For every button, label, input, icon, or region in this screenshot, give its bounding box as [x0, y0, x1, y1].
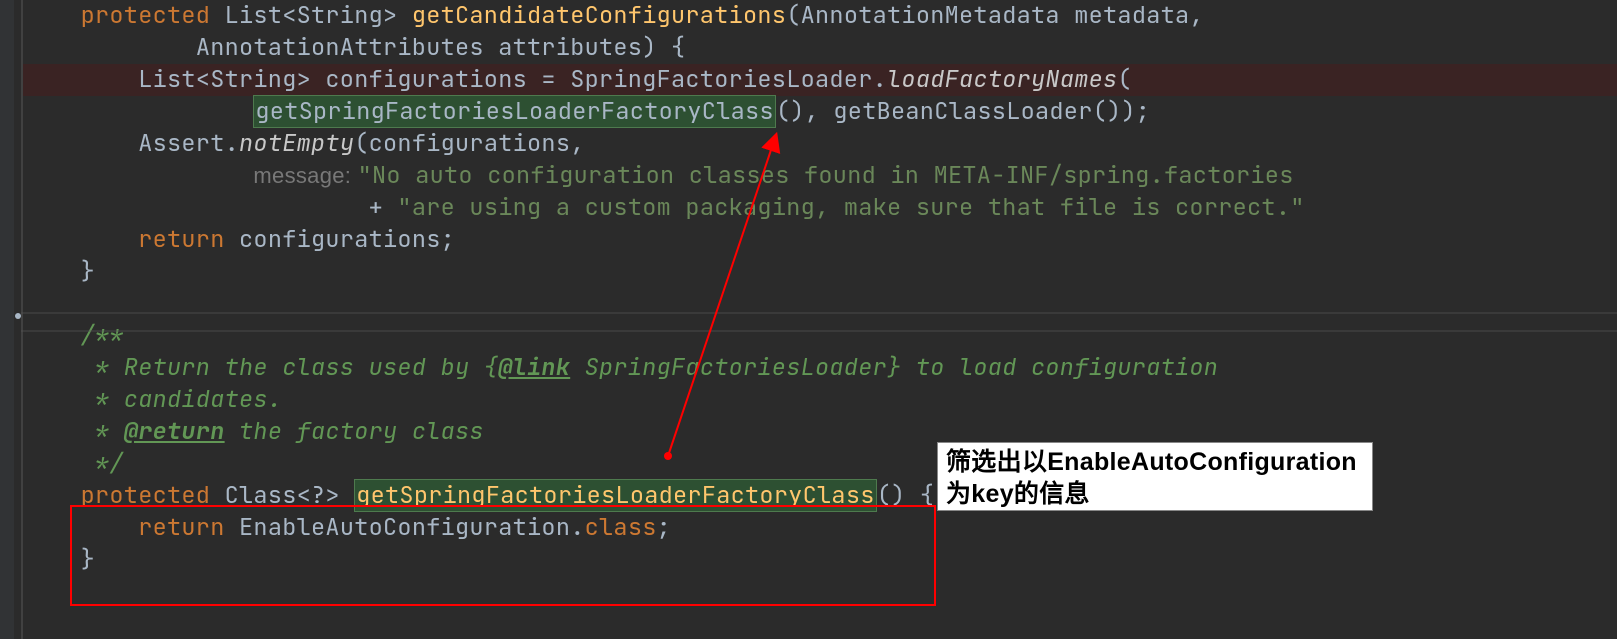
- indent: [23, 544, 81, 575]
- indent: [23, 512, 138, 543]
- inlay-hint: message:: [253, 163, 357, 188]
- code-line[interactable]: * Return the class used by {@link Spring…: [23, 352, 1617, 384]
- keyword: return: [138, 512, 239, 543]
- javadoc-text: SpringFactoriesLoader} to load configura…: [570, 352, 1218, 383]
- keyword: protected: [81, 0, 225, 31]
- code-line[interactable]: * candidates.: [23, 384, 1617, 416]
- indent: [23, 448, 95, 479]
- string-literal: "are using a custom packaging, make sure…: [397, 192, 1304, 223]
- rest: () {: [877, 480, 935, 511]
- method-separator: [21, 330, 1617, 332]
- static-method: loadFactoryNames: [887, 64, 1117, 95]
- indent: [23, 256, 81, 287]
- callout-line2: 为key的信息: [946, 478, 1364, 510]
- indent: [23, 160, 253, 191]
- keyword: protected: [81, 480, 225, 511]
- code-line[interactable]: Assert.notEmpty(configurations,: [23, 128, 1617, 160]
- variable-assignment: configurations = SpringFactoriesLoader.: [325, 64, 887, 95]
- string-literal: "No auto configuration classes found in …: [358, 160, 1294, 191]
- rest: (), getBeanClassLoader());: [776, 96, 1150, 127]
- indent: [23, 480, 81, 511]
- indent: [23, 96, 253, 127]
- indent: [23, 192, 369, 223]
- javadoc-close: */: [95, 448, 124, 479]
- code-line-breakpoint[interactable]: List<String> configurations = SpringFact…: [23, 64, 1617, 96]
- indent: [23, 352, 95, 383]
- semicolon: ;: [657, 512, 671, 543]
- keyword: class: [585, 512, 657, 543]
- indent: [23, 32, 196, 63]
- method-separator: [21, 312, 1617, 314]
- fold-region: [23, 288, 1617, 320]
- code-line[interactable]: + "are using a custom packaging, make su…: [23, 192, 1617, 224]
- args: (configurations,: [354, 128, 584, 159]
- gutter: [0, 0, 14, 639]
- indent: [23, 384, 95, 415]
- paren: (: [1117, 64, 1131, 95]
- javadoc-text: * candidates.: [95, 384, 282, 415]
- type: Class<?>: [225, 480, 355, 511]
- code-line[interactable]: * @return the factory class: [23, 416, 1617, 448]
- javadoc-tag: @link: [498, 352, 570, 383]
- keyword: return: [138, 224, 239, 255]
- highlighted-call: getSpringFactoriesLoaderFactoryClass: [253, 95, 775, 128]
- call-target: Assert.: [138, 128, 239, 159]
- params: (AnnotationMetadata metadata,: [786, 0, 1204, 31]
- code-editor[interactable]: protected List<String> getCandidateConfi…: [23, 0, 1617, 639]
- indent: [23, 416, 95, 447]
- javadoc-star: *: [95, 416, 124, 447]
- plus: +: [369, 192, 398, 223]
- annotation-callout: 筛选出以EnableAutoConfiguration 为key的信息: [937, 442, 1373, 511]
- code-line[interactable]: protected List<String> getCandidateConfi…: [23, 0, 1617, 32]
- indent: [23, 128, 138, 159]
- code-line[interactable]: */: [23, 448, 1617, 480]
- code-line[interactable]: AnnotationAttributes attributes) {: [23, 32, 1617, 64]
- brace: }: [81, 544, 95, 575]
- static-method: notEmpty: [239, 128, 354, 159]
- method-name: getCandidateConfigurations: [412, 0, 786, 31]
- variable: configurations;: [239, 224, 455, 255]
- type: List<String>: [138, 64, 325, 95]
- javadoc-text: * Return the class used by {: [95, 352, 498, 383]
- code-line[interactable]: /**: [23, 320, 1617, 352]
- indent: [23, 224, 138, 255]
- type: List<String>: [225, 0, 412, 31]
- code-line[interactable]: protected Class<?> getSpringFactoriesLoa…: [23, 480, 1617, 512]
- indent: [23, 64, 138, 95]
- brace: }: [81, 256, 95, 287]
- class-ref: EnableAutoConfiguration: [239, 512, 570, 543]
- code-line[interactable]: return configurations;: [23, 224, 1617, 256]
- javadoc-tag: @return: [124, 416, 225, 447]
- code-line[interactable]: }: [23, 256, 1617, 288]
- indent: [23, 320, 81, 351]
- code-line[interactable]: return EnableAutoConfiguration.class;: [23, 512, 1617, 544]
- params-continued: AnnotationAttributes attributes) {: [196, 32, 686, 63]
- code-line[interactable]: }: [23, 544, 1617, 576]
- javadoc-open: /**: [81, 320, 124, 351]
- javadoc-text: the factory class: [225, 416, 484, 447]
- dot: .: [570, 512, 584, 543]
- highlighted-method-decl: getSpringFactoriesLoaderFactoryClass: [354, 479, 876, 512]
- callout-line1: 筛选出以EnableAutoConfiguration: [946, 446, 1364, 478]
- code-line[interactable]: getSpringFactoriesLoaderFactoryClass(), …: [23, 96, 1617, 128]
- code-line[interactable]: message: "No auto configuration classes …: [23, 160, 1617, 192]
